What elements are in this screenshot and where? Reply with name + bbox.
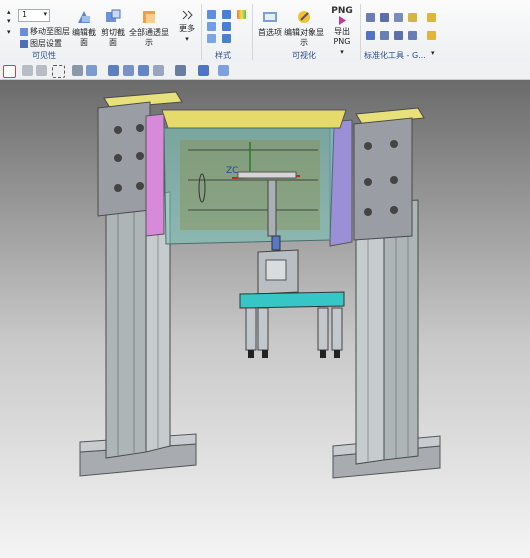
clip-section-label: 剪切截面 xyxy=(101,28,125,47)
left-magenta-plate xyxy=(145,113,165,237)
cad-model[interactable]: ZC xyxy=(0,80,530,558)
fit-view-icon[interactable] xyxy=(108,65,119,76)
selection-filter-icon[interactable] xyxy=(3,65,16,78)
preferences-icon xyxy=(263,12,277,22)
view-cube-icon[interactable] xyxy=(222,22,231,31)
layer-settings-button[interactable]: 图层设置 xyxy=(20,38,62,49)
play-arrow-icon xyxy=(339,16,346,25)
show-all-transparent-button[interactable]: 全部通透显示 xyxy=(128,8,170,48)
redo-icon[interactable] xyxy=(36,65,47,76)
right-gripper xyxy=(317,307,343,358)
pan-icon[interactable] xyxy=(123,65,134,76)
separator xyxy=(252,4,253,60)
preferences-label: 首选项 xyxy=(258,28,282,37)
clip-section-button[interactable]: 剪切截面 xyxy=(98,8,128,48)
section-icon xyxy=(78,11,90,23)
layer-dropdown[interactable]: 1 ▾ xyxy=(18,9,50,22)
chevron-down-icon: ▾ xyxy=(185,35,189,43)
tool-icon[interactable] xyxy=(366,31,375,40)
rotate-icon[interactable] xyxy=(138,65,149,76)
more-button[interactable]: 更多 ▾ xyxy=(177,8,197,44)
zoom-icon[interactable] xyxy=(72,65,83,76)
object-display-icon xyxy=(298,11,310,23)
separator xyxy=(360,4,361,60)
separator xyxy=(201,4,202,60)
view-cube-icon[interactable] xyxy=(207,10,216,19)
clip-section-icon xyxy=(106,9,121,22)
select-box-icon[interactable] xyxy=(52,65,65,78)
cyan-crossbar xyxy=(239,291,345,309)
cube-icon[interactable] xyxy=(86,65,97,76)
layer-value: 1 xyxy=(22,10,28,19)
tool-icon[interactable] xyxy=(427,31,436,40)
transparent-icon xyxy=(143,11,155,23)
view-cube-icon[interactable] xyxy=(222,34,231,43)
section-view-icon[interactable] xyxy=(218,65,229,76)
tool-icon[interactable] xyxy=(427,13,436,22)
export-png-button[interactable]: PNG 导出 PNG ▾ xyxy=(327,6,357,57)
ribbon: 1 ▾ ▴ ▾ ▾ 移动至图层 图层设置 可见性 编辑截面 剪切截面 全部通透显… xyxy=(0,0,530,63)
left-side-block xyxy=(97,101,151,217)
edit-section-label: 编辑截面 xyxy=(72,28,96,47)
tool-icon[interactable] xyxy=(394,31,403,40)
spin-down-icon[interactable]: ▾ xyxy=(7,17,11,25)
png-icon: PNG xyxy=(331,6,353,16)
export-png-label: 导出 PNG xyxy=(333,27,351,46)
color-palette-icon[interactable] xyxy=(237,10,246,19)
tool-icon[interactable] xyxy=(408,31,417,40)
tool-icon[interactable] xyxy=(394,13,403,22)
undo-icon[interactable] xyxy=(22,65,33,76)
chevron-down-icon: ▾ xyxy=(43,10,47,18)
chevron-down-icon[interactable]: ▾ xyxy=(431,49,435,57)
view-cube-icon[interactable] xyxy=(207,22,216,31)
svg-text:ZC: ZC xyxy=(226,166,238,176)
layout-icon[interactable] xyxy=(153,65,164,76)
tool-icon[interactable] xyxy=(408,13,417,22)
view-cube-icon[interactable] xyxy=(222,10,231,19)
transparent-housing: ZC xyxy=(163,127,335,245)
move-to-layer-button[interactable]: 移动至图层 xyxy=(20,26,70,37)
3d-viewport[interactable]: ZC xyxy=(0,80,530,558)
orient-view-icon[interactable] xyxy=(198,65,209,76)
more-label: 更多 xyxy=(179,24,195,33)
right-side-block xyxy=(353,117,413,241)
group-label-style: 样式 xyxy=(215,51,231,60)
group-label-visualization: 可视化 xyxy=(292,51,316,60)
spin-up-icon[interactable]: ▴ xyxy=(7,8,11,16)
tool-icon[interactable] xyxy=(366,13,375,22)
edit-object-display-button[interactable]: 编辑对象显示 xyxy=(284,8,324,48)
vertical-shaft xyxy=(271,235,281,251)
show-all-transparent-label: 全部通透显示 xyxy=(129,28,169,47)
tool-icon[interactable] xyxy=(380,13,389,22)
group-label-visibility: 可见性 xyxy=(32,51,56,60)
left-gripper xyxy=(245,307,269,358)
view-cube-icon[interactable] xyxy=(207,34,216,43)
tool-icon[interactable] xyxy=(380,31,389,40)
move-layer-icon xyxy=(20,27,28,36)
layer-settings-icon xyxy=(20,39,28,48)
cylinder-block xyxy=(257,249,299,295)
more-icon xyxy=(182,10,193,20)
preferences-button[interactable]: 首选项 xyxy=(256,8,284,38)
group-label-standard-tools: 标准化工具 - G... xyxy=(364,51,426,60)
dropdown-arrow-icon[interactable]: ▾ xyxy=(7,28,11,36)
edit-object-display-label: 编辑对象显示 xyxy=(284,28,324,47)
layer-settings-label: 图层设置 xyxy=(30,39,62,48)
edit-section-button[interactable]: 编辑截面 xyxy=(70,8,98,48)
top-rail xyxy=(161,109,347,129)
render-style-icon[interactable] xyxy=(175,65,186,76)
chevron-down-icon: ▾ xyxy=(340,48,344,56)
view-toolbar xyxy=(0,62,530,80)
move-to-layer-label: 移动至图层 xyxy=(30,27,70,36)
